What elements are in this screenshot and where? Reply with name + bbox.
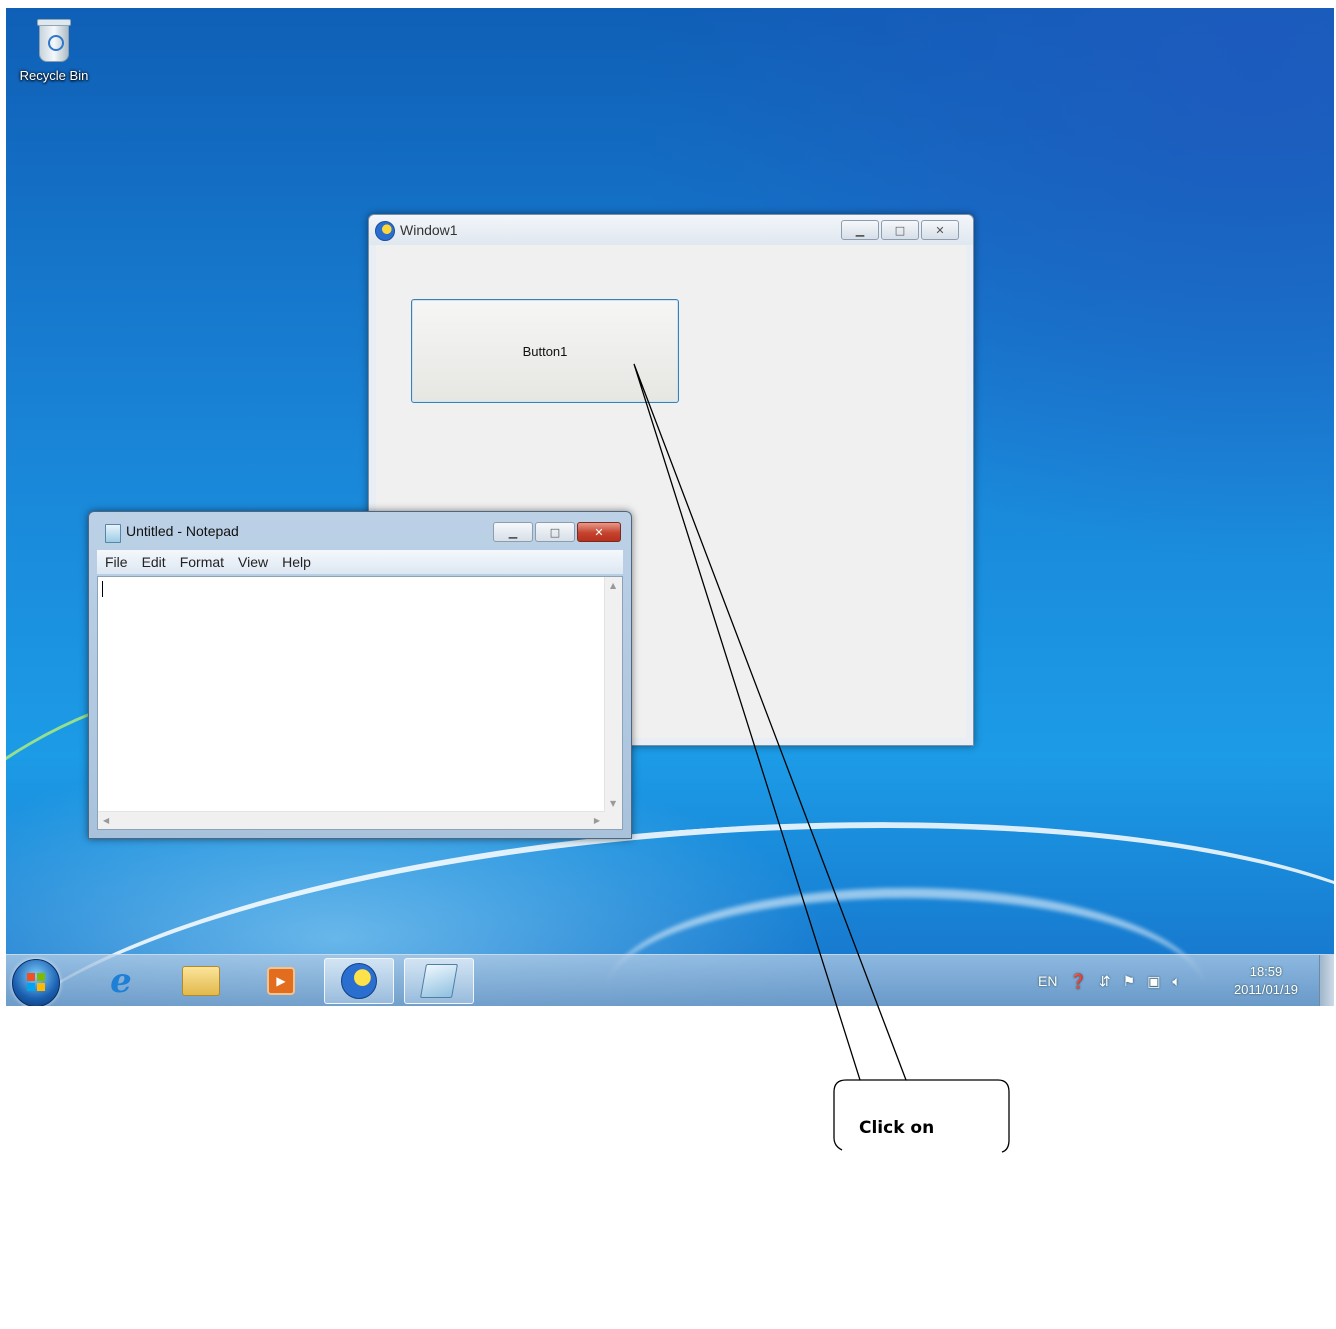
callout-annotation bbox=[633, 363, 1010, 1153]
callout-box bbox=[833, 1079, 1010, 1153]
callout-text: Click on bbox=[859, 1118, 935, 1138]
callout-pointer bbox=[633, 363, 907, 1081]
